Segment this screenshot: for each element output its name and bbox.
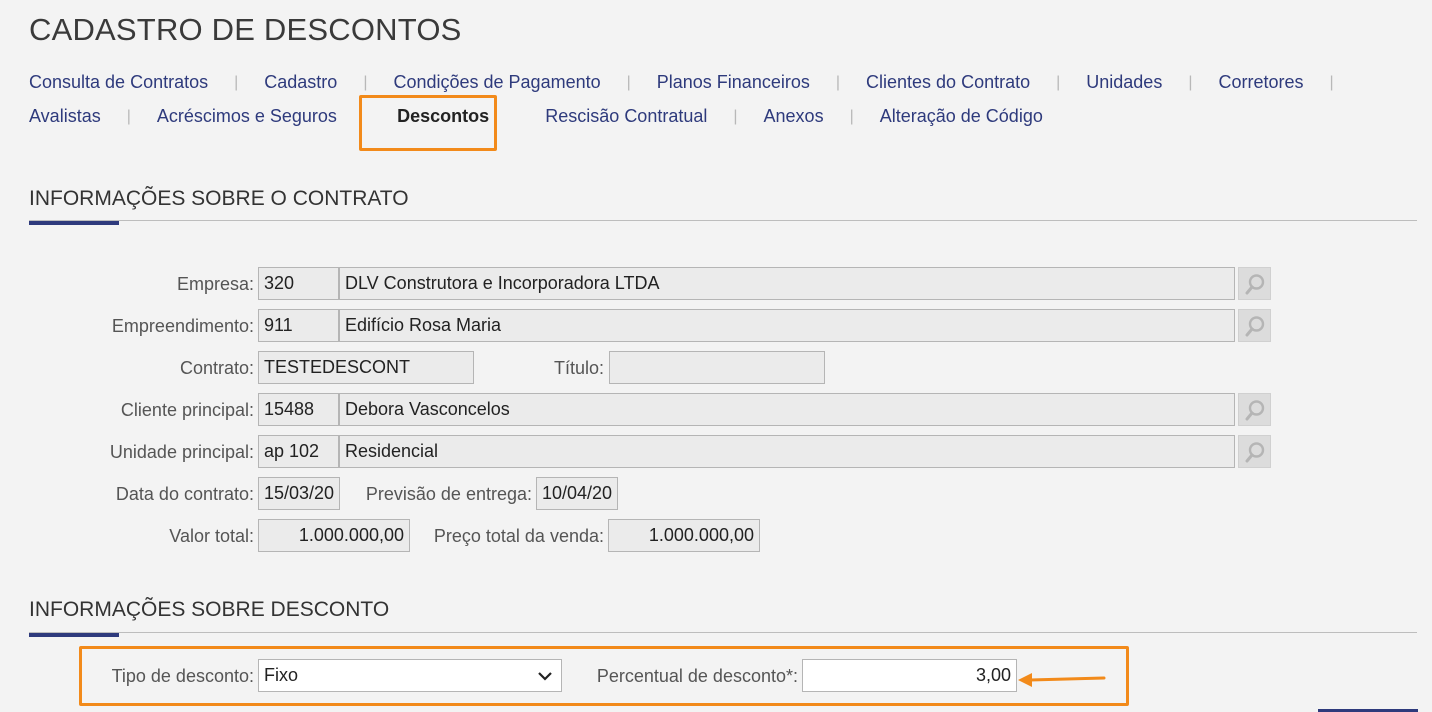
tabs-row-2: Avalistas | Acréscimos e Seguros | Desco… xyxy=(29,106,1043,127)
unidade-principal-label: Unidade principal: xyxy=(109,442,254,462)
data-contrato-label: Data do contrato: xyxy=(115,484,254,504)
tabs-row-1: Consulta de Contratos | Cadastro | Condi… xyxy=(29,72,1360,93)
search-icon xyxy=(1245,399,1264,420)
cliente-principal-label: Cliente principal: xyxy=(120,400,254,420)
titulo-field[interactable] xyxy=(609,351,825,384)
preco-total-label: Preço total da venda: xyxy=(433,526,604,546)
tab-corretores[interactable]: Corretores xyxy=(1218,72,1303,93)
tipo-desconto-value: Fixo xyxy=(264,665,299,685)
percentual-desconto-label: Percentual de desconto*: xyxy=(596,666,798,686)
section-title-contract-info: INFORMAÇÕES SOBRE O CONTRATO xyxy=(29,187,409,210)
empreendimento-label: Empreendimento: xyxy=(111,316,254,336)
tab-separator: | xyxy=(126,107,131,125)
unidade-code-field[interactable]: ap 102 xyxy=(258,435,339,468)
chevron-down-icon xyxy=(538,672,552,681)
section-divider xyxy=(29,632,1417,633)
percentual-desconto-field[interactable]: 3,00 xyxy=(802,659,1017,692)
arrow-annotation-icon xyxy=(1018,673,1106,687)
page-title: CADASTRO DE DESCONTOS xyxy=(29,12,462,47)
tab-rescisao-contratual[interactable]: Rescisão Contratual xyxy=(545,106,707,127)
tab-unidades[interactable]: Unidades xyxy=(1086,72,1162,93)
tab-anexos[interactable]: Anexos xyxy=(764,106,824,127)
cliente-name-field[interactable]: Debora Vasconcelos xyxy=(339,393,1235,426)
cliente-search-button[interactable] xyxy=(1238,393,1271,426)
tab-separator: | xyxy=(626,73,631,91)
unidade-search-button[interactable] xyxy=(1238,435,1271,468)
tab-cadastro[interactable]: Cadastro xyxy=(264,72,337,93)
tab-separator: | xyxy=(849,107,854,125)
contrato-field[interactable]: TESTEDESCONT xyxy=(258,351,474,384)
search-icon xyxy=(1245,273,1264,294)
tipo-desconto-select[interactable]: Fixo xyxy=(258,659,562,692)
section-accent-bar xyxy=(29,221,119,225)
tab-condicoes-de-pagamento[interactable]: Condições de Pagamento xyxy=(393,72,600,93)
section-divider xyxy=(29,220,1417,221)
valor-total-field[interactable]: 1.000.000,00 xyxy=(258,519,410,552)
previsao-entrega-label: Previsão de entrega: xyxy=(365,484,532,504)
empresa-label: Empresa: xyxy=(176,274,254,294)
tab-acrescimos-e-seguros[interactable]: Acréscimos e Seguros xyxy=(157,106,337,127)
tab-avalistas[interactable]: Avalistas xyxy=(29,106,101,127)
empreendimento-search-button[interactable] xyxy=(1238,309,1271,342)
descontos-tab-highlight xyxy=(359,95,497,151)
titulo-label: Título: xyxy=(553,358,604,378)
tab-separator: | xyxy=(1056,73,1061,91)
empresa-search-button[interactable] xyxy=(1238,267,1271,300)
preco-total-field[interactable]: 1.000.000,00 xyxy=(608,519,760,552)
tab-consulta-de-contratos[interactable]: Consulta de Contratos xyxy=(29,72,208,93)
search-icon xyxy=(1245,441,1264,462)
contrato-label: Contrato: xyxy=(179,358,254,378)
tab-planos-financeiros[interactable]: Planos Financeiros xyxy=(657,72,810,93)
cliente-code-field[interactable]: 15488 xyxy=(258,393,339,426)
data-contrato-field[interactable]: 15/03/20 xyxy=(258,477,340,510)
tab-clientes-do-contrato[interactable]: Clientes do Contrato xyxy=(866,72,1030,93)
tab-separator: | xyxy=(363,73,368,91)
tab-separator: | xyxy=(234,73,239,91)
valor-total-label: Valor total: xyxy=(169,526,254,546)
tipo-desconto-label: Tipo de desconto: xyxy=(111,666,254,686)
unidade-name-field[interactable]: Residencial xyxy=(339,435,1235,468)
tab-alteracao-de-codigo[interactable]: Alteração de Código xyxy=(880,106,1043,127)
tab-separator: | xyxy=(835,73,841,91)
previsao-entrega-field[interactable]: 10/04/20 xyxy=(536,477,618,510)
empresa-name-field[interactable]: DLV Construtora e Incorporadora LTDA xyxy=(339,267,1235,300)
section-title-discount-info: INFORMAÇÕES SOBRE DESCONTO xyxy=(29,598,390,621)
tab-separator: | xyxy=(733,107,738,125)
empreendimento-code-field[interactable]: 911 xyxy=(258,309,339,342)
empresa-code-field[interactable]: 320 xyxy=(258,267,339,300)
tab-separator: | xyxy=(1329,73,1334,91)
section-accent-bar xyxy=(29,633,119,637)
tab-separator: | xyxy=(1188,73,1193,91)
empreendimento-name-field[interactable]: Edifício Rosa Maria xyxy=(339,309,1235,342)
search-icon xyxy=(1245,315,1264,336)
